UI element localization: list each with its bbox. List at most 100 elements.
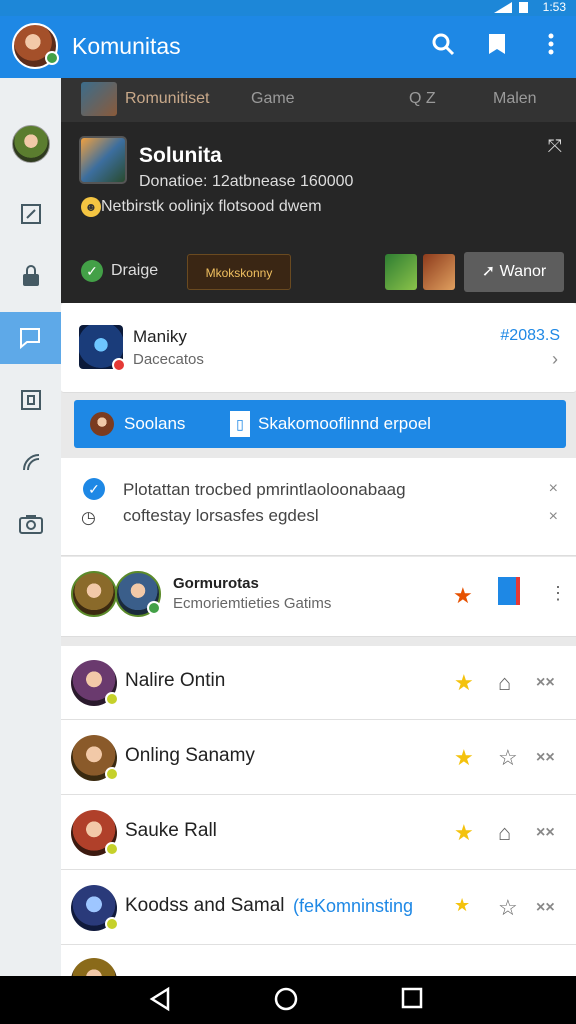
system-nav-bar (0, 976, 576, 1024)
featured-value: #2083.S (500, 327, 560, 344)
close-icon[interactable]: ×× (536, 674, 555, 692)
tab-communities[interactable]: Romunitiset (125, 90, 209, 108)
emoji-icon: ☻ (81, 197, 101, 217)
featured-name: Maniky (133, 327, 187, 346)
send-icon: ➚ (481, 263, 500, 280)
status-dot (105, 767, 119, 781)
member-list: Nalire Ontin ★ ⌂ ×× Onling Sanamy ★ ☆ ××… (61, 646, 576, 976)
clock: 1:53 (542, 0, 566, 14)
star-icon[interactable]: ★ (454, 745, 474, 771)
action-bar[interactable]: Soolans ▯ Skakomooflinnd erpoel (74, 400, 566, 448)
close-icon[interactable]: × (549, 480, 558, 498)
list-item[interactable]: Sauke Rall ★ ⌂ ×× (61, 796, 576, 870)
check-icon: ✓ (81, 260, 103, 282)
tab-thumbnail (81, 82, 117, 116)
chevron-right-icon: › (552, 349, 558, 369)
list-item[interactable]: Onling Sanamy ★ ☆ ×× (61, 721, 576, 795)
list-item[interactable]: Koodss and Samal (feKomninsting ★ ☆ ×× (61, 871, 576, 945)
community-header: Romunitiset Game Q Z Malen Solunita Dona… (61, 78, 576, 303)
lock-icon[interactable] (0, 250, 61, 302)
member-avatar (71, 735, 119, 781)
member-name: Koodss and Samal (125, 895, 285, 916)
star-icon[interactable]: ★ (454, 670, 474, 696)
member-avatar (71, 660, 119, 706)
status-dot (105, 692, 119, 706)
bookmark-icon[interactable] (482, 32, 512, 62)
sidebar-avatar[interactable] (0, 118, 61, 170)
status-dot (147, 601, 161, 615)
member-avatar (71, 885, 119, 931)
link-icon[interactable]: ⤧ (548, 136, 562, 157)
document-icon: ▯ (230, 411, 250, 437)
sub-tabs: Romunitiset Game Q Z Malen (61, 78, 576, 122)
notice-line-2: coftestay lorsasfes egdesl (123, 506, 319, 525)
edit-icon[interactable] (0, 188, 61, 240)
page-title: Komunitas (72, 33, 181, 59)
featured-avatar (79, 325, 126, 372)
close-icon[interactable]: × (549, 508, 558, 526)
app-bar: Komunitas (0, 16, 576, 78)
notice-card: ✓ Plotattan trocbed pmrintlaoloonabaag ◷… (61, 458, 576, 556)
verified-icon: ✓ (83, 478, 105, 500)
more-vert-icon[interactable]: ⋮ (549, 583, 567, 604)
close-icon[interactable]: ×× (536, 824, 555, 842)
sidebar (0, 78, 61, 976)
featured-card[interactable]: Maniky Dacecatos #2083.S › (61, 303, 576, 393)
status-dot (112, 358, 126, 372)
clock-icon: ◷ (81, 508, 96, 527)
group-title: Gormurotas (173, 575, 259, 592)
home-icon[interactable]: ⌂ (498, 670, 511, 696)
action-left-label[interactable]: Soolans (124, 414, 185, 434)
group-card[interactable]: Gormurotas Ecmoriemtieties Gatims ★ ⋮ (61, 557, 576, 637)
community-subtitle: Donatioe: 12atbnease 160000 (139, 173, 354, 190)
home-button-icon[interactable] (273, 986, 299, 1019)
square-icon[interactable] (0, 374, 61, 426)
member-avatar (71, 958, 117, 976)
star-icon[interactable]: ★ (454, 820, 474, 846)
star-outline-icon[interactable]: ☆ (498, 745, 518, 771)
game-badge[interactable]: Mkokskonny (187, 254, 291, 290)
member-name: Nalire Ontin (125, 670, 226, 691)
avatar (11, 125, 50, 163)
chat-icon[interactable] (0, 312, 61, 364)
action-right-label[interactable]: Skakomooflinnd erpoel (258, 414, 431, 434)
game-thumbnail[interactable] (423, 254, 455, 290)
phone-icon[interactable] (0, 436, 61, 488)
user-avatar (90, 412, 114, 436)
recents-icon[interactable] (400, 986, 424, 1017)
status-dot (105, 917, 119, 931)
online-dot (45, 51, 59, 65)
game-thumbnail[interactable] (385, 254, 417, 290)
tab-search[interactable]: Q Z (409, 90, 436, 108)
list-item[interactable]: Nalire Ontin ★ ⌂ ×× (61, 646, 576, 720)
tab-malen[interactable]: Malen (493, 90, 537, 108)
group-sub: Ecmoriemtieties Gatims (173, 595, 332, 612)
close-icon[interactable]: ×× (536, 749, 555, 767)
back-icon[interactable] (148, 986, 172, 1019)
main-content: Romunitiset Game Q Z Malen Solunita Dona… (61, 78, 576, 976)
list-item[interactable] (61, 946, 576, 976)
featured-sub: Dacecatos (133, 351, 204, 368)
more-vert-icon[interactable] (536, 32, 566, 62)
community-image (79, 136, 127, 184)
close-icon[interactable]: ×× (536, 899, 555, 917)
star-outline-icon[interactable]: ☆ (498, 895, 518, 921)
notice-line-1: Plotattan trocbed pmrintlaoloonabaag (123, 480, 406, 499)
wanor-button[interactable]: ➚ Wanor (464, 252, 564, 292)
star-icon[interactable]: ★ (453, 583, 473, 609)
member-extra: (feKomninsting (293, 896, 414, 916)
community-status: Draige (111, 262, 159, 279)
group-avatar (71, 571, 117, 617)
star-icon[interactable]: ★ (454, 895, 470, 916)
search-icon[interactable] (428, 32, 458, 62)
camera-icon[interactable] (0, 498, 61, 550)
bookmark-icon[interactable] (498, 577, 520, 605)
member-name: Sauke Rall (125, 820, 217, 841)
tab-game[interactable]: Game (251, 90, 295, 108)
battery-icon (519, 2, 528, 13)
group-avatar (115, 571, 161, 617)
profile-avatar[interactable] (12, 23, 59, 69)
home-icon[interactable]: ⌂ (498, 820, 511, 846)
member-avatar (71, 810, 119, 856)
community-title: Solunita (139, 144, 222, 167)
